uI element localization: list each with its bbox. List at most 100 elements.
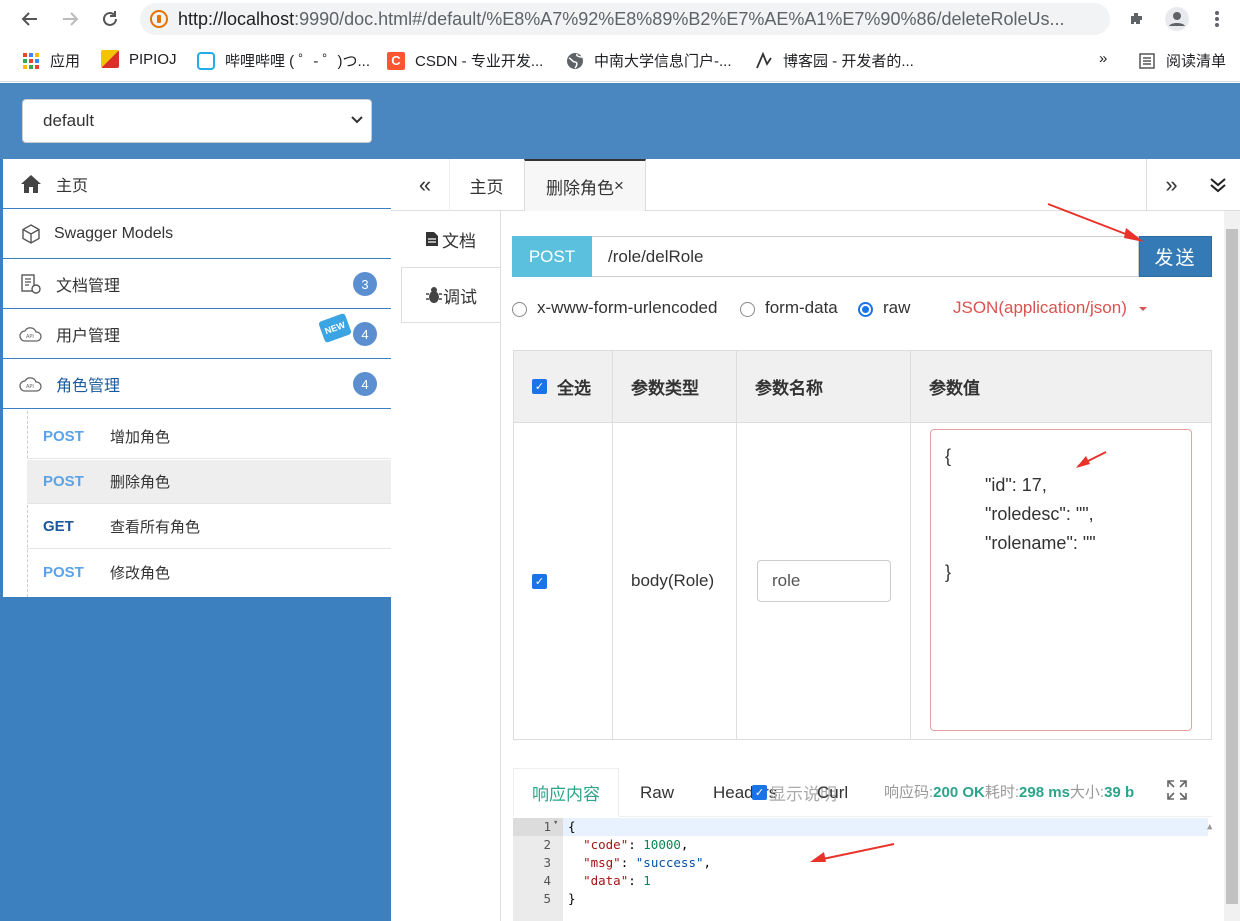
cnblogs-favicon-icon: [756, 51, 772, 68]
forward-icon[interactable]: [56, 5, 84, 33]
new-tag-badge: NEW: [318, 312, 352, 344]
body-type-group: x-www-form-urlencoded form-data raw: [512, 298, 932, 322]
vtab-divider: [500, 211, 501, 921]
editor-scroll-up-icon[interactable]: ▲: [1207, 822, 1212, 832]
site-info-icon[interactable]: [150, 10, 168, 28]
radio-form-data[interactable]: [740, 302, 755, 317]
content-type-dropdown[interactable]: JSON(application/json): [953, 298, 1148, 318]
tab-scroll-right-button[interactable]: »: [1146, 159, 1196, 211]
http-method: POST: [43, 428, 84, 445]
time-label: 耗时:: [984, 784, 1020, 801]
sidebar-item-label: 用户管理: [56, 327, 121, 345]
bookmarks-bar: 应用 PIPIOJ 哔哩哔哩 ( ゜- ゜)つ... C CSDN - 专业开发…: [0, 40, 1240, 82]
api-name: 查看所有角色: [110, 519, 201, 536]
param-value-textarea[interactable]: { "id": 17, "roledesc": "", "rolename": …: [930, 429, 1192, 731]
reload-icon[interactable]: [96, 5, 124, 33]
api-item-delete-role[interactable]: POST 删除角色: [27, 460, 391, 504]
param-type: body(Role): [631, 571, 715, 590]
tab-menu-button[interactable]: [1196, 159, 1240, 211]
tab-response-content[interactable]: 响应内容: [513, 768, 619, 817]
globe-icon: [567, 52, 583, 69]
file-text-icon: [426, 232, 438, 246]
tab-raw[interactable]: Raw: [640, 768, 674, 817]
tab-label: Curl: [817, 782, 849, 802]
param-name-input[interactable]: role: [757, 560, 891, 602]
tab-close-icon[interactable]: ×: [614, 176, 624, 196]
sidebar-item-role-management[interactable]: API 角色管理 4: [3, 359, 391, 409]
sidebar-item-home[interactable]: 主页: [3, 159, 391, 209]
bookmark-csu[interactable]: 中南大学信息门户-...: [566, 50, 732, 71]
api-cloud-icon: API: [19, 372, 43, 396]
address-bar[interactable]: http://localhost:9990/doc.html#/default/…: [140, 3, 1110, 35]
status-code: 200 OK: [933, 784, 985, 801]
line-number: 5: [543, 891, 551, 906]
api-name: 修改角色: [110, 564, 171, 582]
tab-home[interactable]: 主页: [449, 159, 523, 211]
caret-down-icon: [1138, 307, 1147, 311]
bookmark-csdn[interactable]: C CSDN - 专业开发...: [387, 50, 543, 71]
http-method: GET: [43, 518, 74, 535]
menu-kebab-icon[interactable]: [1204, 6, 1230, 32]
api-item-add-role[interactable]: POST 增加角色: [27, 415, 391, 459]
group-select[interactable]: default: [22, 99, 372, 143]
radio-urlencoded[interactable]: [512, 302, 527, 317]
sidebar-item-user-management[interactable]: API 用户管理 NEW 4: [3, 309, 391, 359]
count-badge: 4: [353, 372, 377, 396]
radio-label: raw: [883, 298, 911, 317]
fullscreen-icon[interactable]: [1166, 779, 1188, 806]
column-header: 参数值: [929, 379, 980, 398]
fold-arrow-icon[interactable]: ▾: [553, 818, 558, 828]
line-number: 1: [543, 819, 551, 834]
chevron-down-icon: [351, 112, 363, 128]
bilibili-favicon-icon: [197, 51, 215, 70]
select-all-checkbox[interactable]: ✓: [532, 379, 547, 394]
radio-label: form-data: [765, 298, 838, 317]
response-editor[interactable]: 1 ▾ 2 3 4 5 { "code": 10000, "msg": "suc…: [513, 818, 1222, 921]
annotation-arrow-id: [1076, 451, 1107, 468]
reading-list-label: 阅读清单: [1166, 53, 1227, 70]
method-badge: POST: [512, 236, 592, 277]
tab-doc[interactable]: 文档: [401, 211, 500, 267]
row-checkbox[interactable]: ✓: [532, 573, 547, 589]
sidebar-item-swagger-models[interactable]: Swagger Models: [3, 209, 391, 259]
sidebar-item-label: 文档管理: [56, 277, 121, 295]
svg-text:API: API: [26, 334, 34, 340]
bookmark-bilibili[interactable]: 哔哩哔哩 ( ゜- ゜)つ...: [197, 50, 370, 71]
app-header: default: [0, 83, 1240, 159]
url-path: :9990/doc.html#/default/%E8%A7%92%E8%89%…: [294, 8, 1065, 29]
tab-next-label: »: [1165, 172, 1178, 197]
api-item-update-role[interactable]: POST 修改角色: [27, 550, 391, 594]
http-method: POST: [43, 473, 84, 490]
bookmark-label: PIPIOJ: [129, 50, 177, 68]
tab-debug[interactable]: 调试: [401, 267, 500, 323]
bookmark-cnblogs[interactable]: 博客园 - 开发者的...: [755, 50, 914, 71]
api-item-list-roles[interactable]: GET 查看所有角色: [27, 505, 391, 549]
tab-doc-label: 文档: [442, 231, 476, 251]
reading-list-button[interactable]: 阅读清单: [1138, 50, 1226, 71]
show-description-checkbox[interactable]: ✓: [752, 785, 767, 800]
bookmark-label: 哔哩哔哩 ( ゜- ゜)つ...: [225, 53, 370, 70]
reading-list-icon: [1139, 52, 1155, 69]
back-icon[interactable]: [16, 5, 44, 33]
size-label: 大小:: [1069, 784, 1105, 801]
extensions-icon[interactable]: [1124, 6, 1150, 32]
bookmarks-overflow-button[interactable]: »: [1099, 50, 1107, 67]
tab-curl[interactable]: Curl: [817, 768, 848, 817]
bookmark-pipioj[interactable]: PIPIOJ: [101, 50, 177, 68]
tab-label: Raw: [640, 782, 675, 802]
radio-raw[interactable]: [858, 302, 873, 317]
home-icon: [19, 172, 43, 196]
csdn-favicon-icon: C: [387, 51, 405, 70]
doc-settings-icon: [19, 272, 43, 296]
scrollbar-thumb[interactable]: [1226, 229, 1238, 904]
tab-prev-label: «: [418, 172, 432, 197]
tab-scroll-left-button[interactable]: «: [403, 159, 447, 211]
tab-delete-role[interactable]: 删除角色 ×: [524, 159, 646, 211]
content-type-value: JSON(application/json): [953, 298, 1127, 317]
select-all-header[interactable]: ✓ 全选: [514, 351, 613, 423]
time-value: 298 ms: [1019, 784, 1070, 801]
profile-avatar-icon[interactable]: [1164, 6, 1190, 32]
bookmark-apps[interactable]: 应用: [22, 50, 80, 71]
sidebar-item-doc-management[interactable]: 文档管理 3: [3, 259, 391, 309]
page-scrollbar[interactable]: [1224, 211, 1240, 921]
